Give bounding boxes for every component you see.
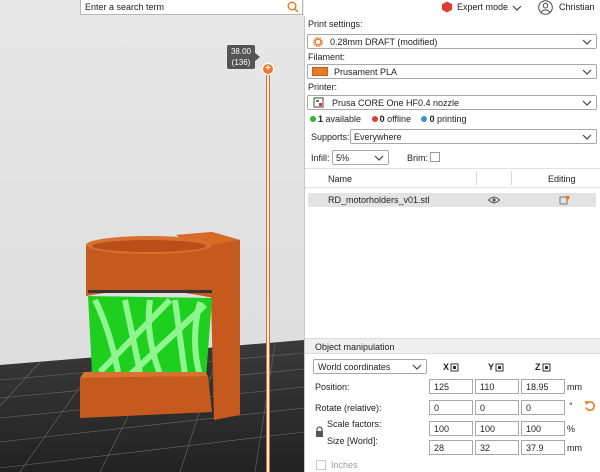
eye-icon[interactable] [488, 196, 500, 204]
axis-z-label: Z [535, 362, 551, 372]
supports-select[interactable]: Everywhere [350, 129, 597, 144]
printer-select[interactable]: Prusa CORE One HF0.4 nozzle [307, 95, 597, 110]
rotate-label: Rotate (relative): [315, 403, 382, 413]
chevron-down-icon [582, 134, 592, 140]
layer-height-value: 38.00 [230, 47, 252, 56]
3d-viewport[interactable]: 38.00 (136) + [0, 0, 304, 472]
position-z-input[interactable]: 18.95 [521, 379, 565, 394]
layer-slider-thumb[interactable]: + [262, 63, 274, 75]
available-count: 1 [318, 114, 324, 124]
size-label: Size [World]: [327, 436, 378, 446]
printer-label: Printer: [308, 82, 338, 92]
printing-dot-icon [421, 116, 428, 122]
user-avatar-icon[interactable] [538, 0, 553, 15]
column-name[interactable]: Name [328, 174, 352, 184]
printer-icon [313, 97, 324, 108]
inches-checkbox[interactable] [316, 460, 326, 470]
available-text: available [325, 114, 362, 124]
position-x-input[interactable]: 125 [429, 379, 473, 394]
chevron-down-icon[interactable] [512, 4, 522, 12]
object-manipulation-title: Object manipulation [315, 342, 395, 352]
filament-select[interactable]: Prusament PLA [307, 64, 597, 79]
offline-count: 0 [379, 114, 385, 124]
offline-text: offline [387, 114, 411, 124]
axis-y-label: Y [488, 362, 504, 372]
mode-label[interactable]: Expert mode [457, 2, 508, 12]
scale-z-input[interactable]: 100 [521, 421, 565, 436]
coordinate-system-value: World coordinates [318, 362, 391, 372]
axis-x-icon [450, 363, 459, 372]
layer-height-tag: 38.00 (136) [227, 45, 260, 69]
search-icon[interactable] [286, 1, 300, 13]
object-manipulation-header: Object manipulation [305, 338, 600, 354]
position-y-input[interactable]: 110 [475, 379, 519, 394]
rotate-x-input[interactable]: 0 [429, 400, 473, 415]
size-z-input[interactable]: 37.9 [521, 440, 565, 455]
position-label: Position: [315, 382, 350, 392]
filament-value: Prusament PLA [334, 67, 398, 77]
model-part [80, 232, 240, 420]
printing-count: 0 [429, 114, 435, 124]
filament-label: Filament: [308, 52, 346, 62]
print-settings-value: 0.28mm DRAFT (modified) [330, 37, 438, 47]
position-unit: mm [567, 382, 582, 392]
scale-label: Scale factors: [327, 419, 382, 429]
gear-icon [313, 37, 323, 47]
chevron-down-icon [582, 100, 592, 106]
scale-x-input[interactable]: 100 [429, 421, 473, 436]
brim-label: Brim: [407, 153, 428, 163]
settings-panel: Print settings: 0.28mm DRAFT (modified) … [304, 16, 600, 472]
user-name[interactable]: Christian [559, 2, 595, 12]
expert-mode-icon [442, 1, 452, 13]
printing-text: printing [437, 114, 467, 124]
printer-value: Prusa CORE One HF0.4 nozzle [332, 98, 460, 108]
axis-z-icon [542, 363, 550, 372]
layer-slider-track[interactable] [266, 70, 270, 472]
search-input[interactable] [81, 0, 281, 14]
infill-select[interactable]: 5% [332, 150, 389, 165]
coordinate-system-select[interactable]: World coordinates [313, 359, 427, 374]
object-name: RD_motorholders_v01.stl [328, 195, 430, 205]
infill-label: Infill: [311, 153, 330, 163]
rotate-unit: ° [569, 401, 573, 411]
top-bar: Expert mode Christian [304, 0, 600, 16]
chevron-down-icon [582, 69, 592, 75]
printer-status: 1 available 0 offline 0 printing [310, 114, 467, 124]
rotate-z-input[interactable]: 0 [521, 400, 565, 415]
rotate-y-input[interactable]: 0 [475, 400, 519, 415]
filament-color-swatch [312, 67, 328, 76]
object-list: Name Editing RD_motorholders_v01.stl [305, 168, 600, 338]
chevron-down-icon [582, 39, 592, 45]
object-list-header: Name Editing [305, 169, 600, 188]
plus-icon: + [265, 63, 271, 74]
supports-value: Everywhere [354, 132, 402, 142]
print-settings-label: Print settings: [308, 19, 363, 29]
offline-dot-icon [371, 116, 378, 122]
lock-icon[interactable] [315, 426, 324, 438]
scale-y-input[interactable]: 100 [475, 421, 519, 436]
axis-y-icon [495, 363, 504, 372]
reset-rotation-icon[interactable] [584, 399, 596, 412]
list-item[interactable]: RD_motorholders_v01.stl [308, 193, 596, 207]
size-y-input[interactable]: 32 [475, 440, 519, 455]
inches-label: Inches [331, 460, 358, 470]
scene-canvas [0, 232, 304, 472]
edit-settings-icon[interactable] [559, 195, 570, 205]
available-dot-icon [310, 116, 316, 122]
infill-value: 5% [336, 153, 350, 163]
print-settings-select[interactable]: 0.28mm DRAFT (modified) [307, 34, 597, 49]
layer-number-value: (136) [231, 58, 251, 67]
axis-x-label: X [443, 362, 459, 372]
chevron-down-icon [374, 155, 384, 161]
scale-unit: % [567, 424, 576, 434]
brim-checkbox[interactable] [430, 152, 440, 162]
supports-label: Supports: [311, 132, 350, 142]
size-x-input[interactable]: 28 [429, 440, 473, 455]
size-unit: mm [567, 443, 582, 453]
column-editing[interactable]: Editing [548, 174, 576, 184]
chevron-down-icon [412, 364, 422, 370]
search-box[interactable] [80, 0, 303, 15]
